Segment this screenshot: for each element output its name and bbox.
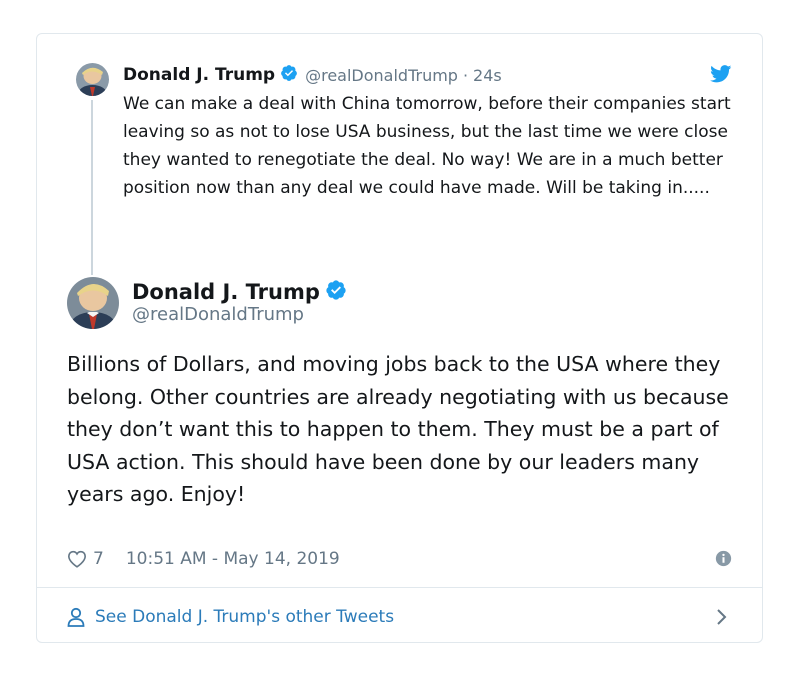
tweet-author-name-row: Donald J. Trump xyxy=(132,277,347,307)
tweet-author-display-name[interactable]: Donald J. Trump xyxy=(132,280,320,304)
twitter-bird-icon[interactable] xyxy=(710,65,732,83)
card-divider xyxy=(37,587,762,588)
quoted-tweet-time[interactable]: 24s xyxy=(473,66,502,85)
chevron-right-icon[interactable] xyxy=(716,608,728,626)
quoted-tweet-handle[interactable]: @realDonaldTrump xyxy=(305,66,458,85)
tweet-author-avatar[interactable] xyxy=(67,277,119,329)
see-other-tweets-link[interactable]: See Donald J. Trump's other Tweets xyxy=(67,601,732,633)
quoted-tweet-avatar[interactable] xyxy=(76,63,109,96)
heart-icon[interactable] xyxy=(67,550,87,568)
separator-dot: · xyxy=(462,65,469,85)
thread-connector-line xyxy=(91,100,93,275)
quoted-tweet-text: We can make a deal with China tomorrow, … xyxy=(123,94,731,198)
see-other-tweets-label[interactable]: See Donald J. Trump's other Tweets xyxy=(95,607,394,627)
like-count[interactable]: 7 xyxy=(93,549,104,569)
tweet-timestamp[interactable]: 10:51 AM - May 14, 2019 xyxy=(126,549,340,569)
quoted-tweet-header: Donald J. Trump @realDonaldTrump · 24s xyxy=(123,63,732,87)
tweet-author-handle[interactable]: @realDonaldTrump xyxy=(132,304,304,325)
verified-badge-icon xyxy=(280,64,298,87)
quoted-tweet-display-name[interactable]: Donald J. Trump xyxy=(123,65,275,85)
info-icon[interactable] xyxy=(715,550,732,567)
verified-badge-icon xyxy=(325,279,347,306)
person-icon xyxy=(67,607,85,627)
tweet-meta-row: 7 10:51 AM - May 14, 2019 xyxy=(67,546,732,572)
tweet-text: Billions of Dollars, and moving jobs bac… xyxy=(67,352,729,506)
embedded-tweet-card: Donald J. Trump @realDonaldTrump · 24s W… xyxy=(36,33,763,643)
